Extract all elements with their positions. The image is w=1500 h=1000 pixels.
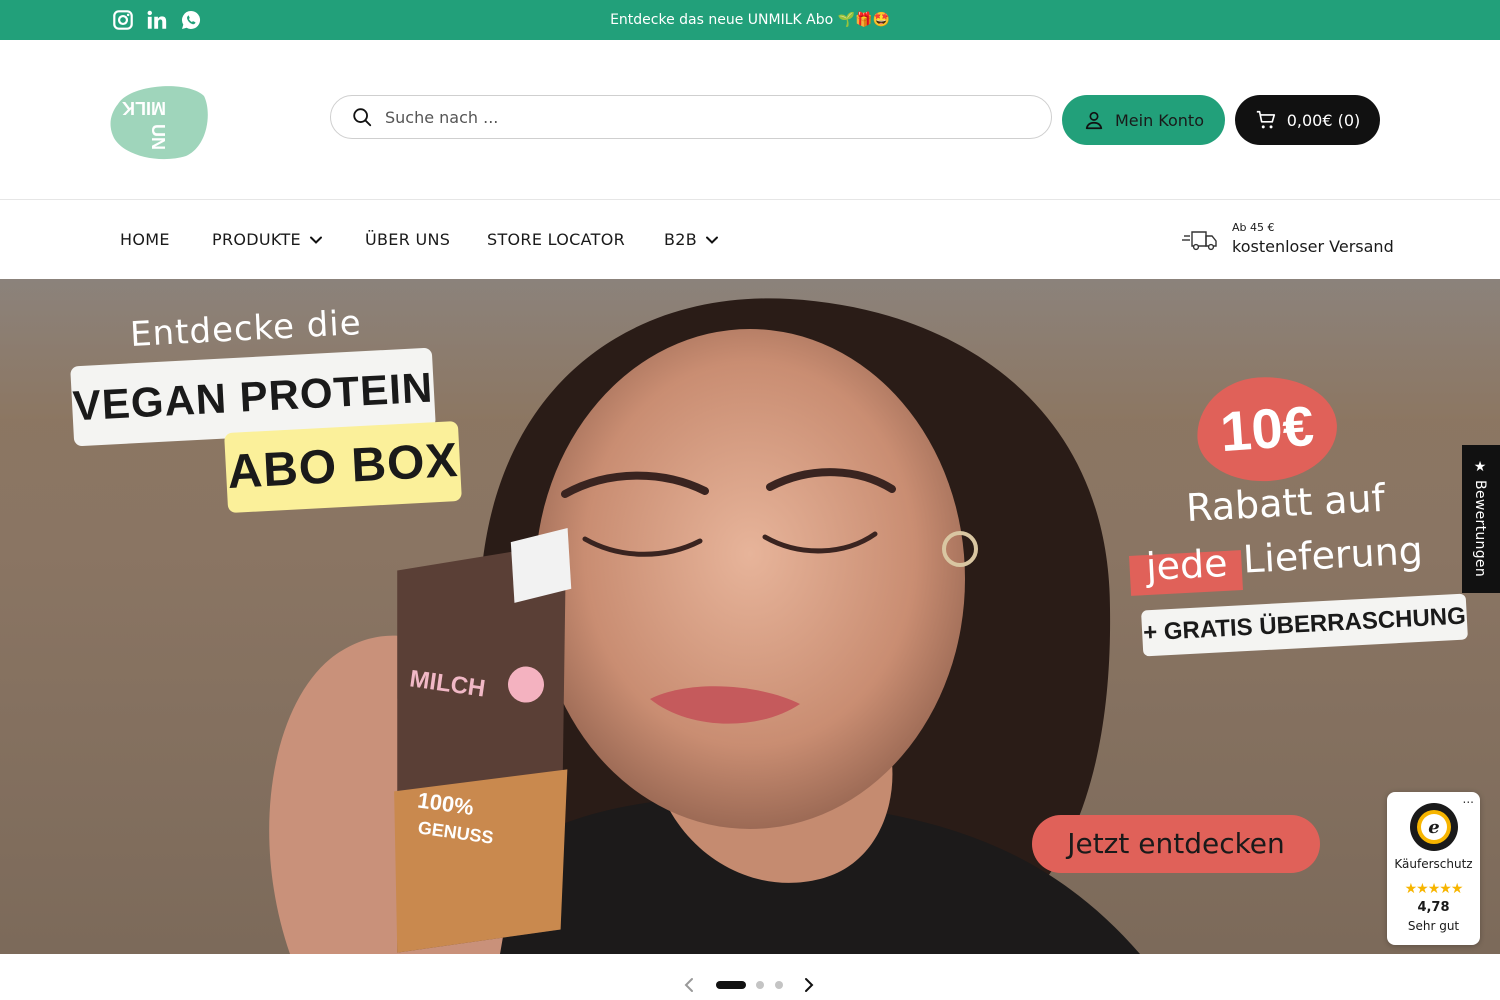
nav-item-home[interactable]: HOME bbox=[120, 201, 170, 279]
discount-badge: 10€ bbox=[1193, 372, 1341, 486]
instagram-icon[interactable] bbox=[112, 9, 134, 31]
nav-label: ÜBER UNS bbox=[365, 230, 451, 249]
reviews-tab-label: ★ Bewertungen bbox=[1472, 459, 1488, 577]
social-links bbox=[112, 9, 202, 31]
nav-label: PRODUKTE bbox=[212, 230, 301, 249]
svg-text:e: e bbox=[1428, 817, 1439, 838]
rating-score: 4,78 bbox=[1417, 900, 1450, 915]
shipping-text: kostenloser Versand bbox=[1232, 237, 1394, 256]
rating-stars-icon: ★★★★★ bbox=[1404, 881, 1464, 897]
user-icon bbox=[1085, 111, 1103, 130]
chevron-right-icon[interactable] bbox=[800, 976, 818, 994]
hero-label-abo-box: ABO BOX bbox=[224, 420, 462, 514]
discount-text-lieferung: Lieferung bbox=[1241, 528, 1424, 582]
search-bar[interactable] bbox=[330, 95, 1052, 139]
slide-dot-3[interactable] bbox=[775, 981, 783, 989]
trusted-shops-badge[interactable]: ... e Käuferschutz ★★★★★ 4,78 Sehr gut bbox=[1387, 792, 1480, 945]
nav-label: HOME bbox=[120, 230, 170, 249]
linkedin-icon[interactable] bbox=[146, 9, 168, 31]
whatsapp-icon[interactable] bbox=[180, 9, 202, 31]
reviews-tab[interactable]: ★ Bewertungen bbox=[1462, 445, 1500, 593]
nav-label: B2B bbox=[664, 230, 698, 249]
slide-dot-2[interactable] bbox=[756, 981, 764, 989]
main-nav: HOME PRODUKTE ÜBER UNS STORE LOCATOR B2B… bbox=[0, 201, 1500, 279]
announcement-text[interactable]: Entdecke das neue UNMILK Abo 🌱🎁🤩 bbox=[0, 0, 1500, 40]
svg-text:MILK: MILK bbox=[122, 98, 166, 118]
chevron-left-icon[interactable] bbox=[680, 976, 698, 994]
account-button[interactable]: Mein Konto bbox=[1062, 95, 1225, 145]
discover-button[interactable]: Jetzt entdecken bbox=[1032, 815, 1320, 873]
shipping-info: Ab 45 € kostenloser Versand bbox=[1182, 221, 1394, 256]
search-icon bbox=[353, 108, 372, 127]
unmilk-logo[interactable]: MILK UN bbox=[108, 82, 210, 160]
trusted-shops-seal-icon: e bbox=[1410, 803, 1458, 851]
cart-icon bbox=[1256, 110, 1275, 129]
nav-item-store-locator[interactable]: STORE LOCATOR bbox=[487, 201, 625, 279]
rating-text: Sehr gut bbox=[1407, 919, 1460, 933]
nav-label: STORE LOCATOR bbox=[487, 230, 626, 249]
more-options-icon[interactable]: ... bbox=[1463, 792, 1474, 806]
delivery-truck-icon bbox=[1182, 230, 1217, 250]
site-header: MILK UN Mein Konto 0,00€ (0) bbox=[0, 40, 1500, 200]
hero-banner[interactable]: MILCH 100% GENUSS Entdecke die VEGAN PRO… bbox=[0, 279, 1500, 954]
search-input[interactable] bbox=[385, 107, 985, 127]
chevron-down-icon bbox=[309, 236, 322, 244]
nav-item-b2b[interactable]: B2B bbox=[664, 201, 719, 279]
nav-item-produkte[interactable]: PRODUKTE bbox=[212, 201, 323, 279]
slider-controls bbox=[680, 974, 820, 996]
shipping-threshold: Ab 45 € bbox=[1232, 221, 1275, 234]
account-label: Mein Konto bbox=[1114, 110, 1204, 130]
cart-label: 0,00€ (0) bbox=[1286, 110, 1361, 130]
chevron-down-icon bbox=[706, 236, 719, 244]
buyer-protection-label: Käuferschutz bbox=[1394, 857, 1473, 871]
svg-text:UN: UN bbox=[148, 124, 168, 150]
nav-item-ueber-uns[interactable]: ÜBER UNS bbox=[365, 201, 450, 279]
announcement-bar: Entdecke das neue UNMILK Abo 🌱🎁🤩 bbox=[0, 0, 1500, 40]
slide-dot-1[interactable] bbox=[716, 981, 746, 989]
cart-button[interactable]: 0,00€ (0) bbox=[1235, 95, 1380, 145]
hero-label-text: ABO BOX bbox=[226, 433, 460, 500]
discount-text-jede: jede bbox=[1144, 540, 1229, 590]
discount-amount: 10€ bbox=[1218, 393, 1316, 464]
